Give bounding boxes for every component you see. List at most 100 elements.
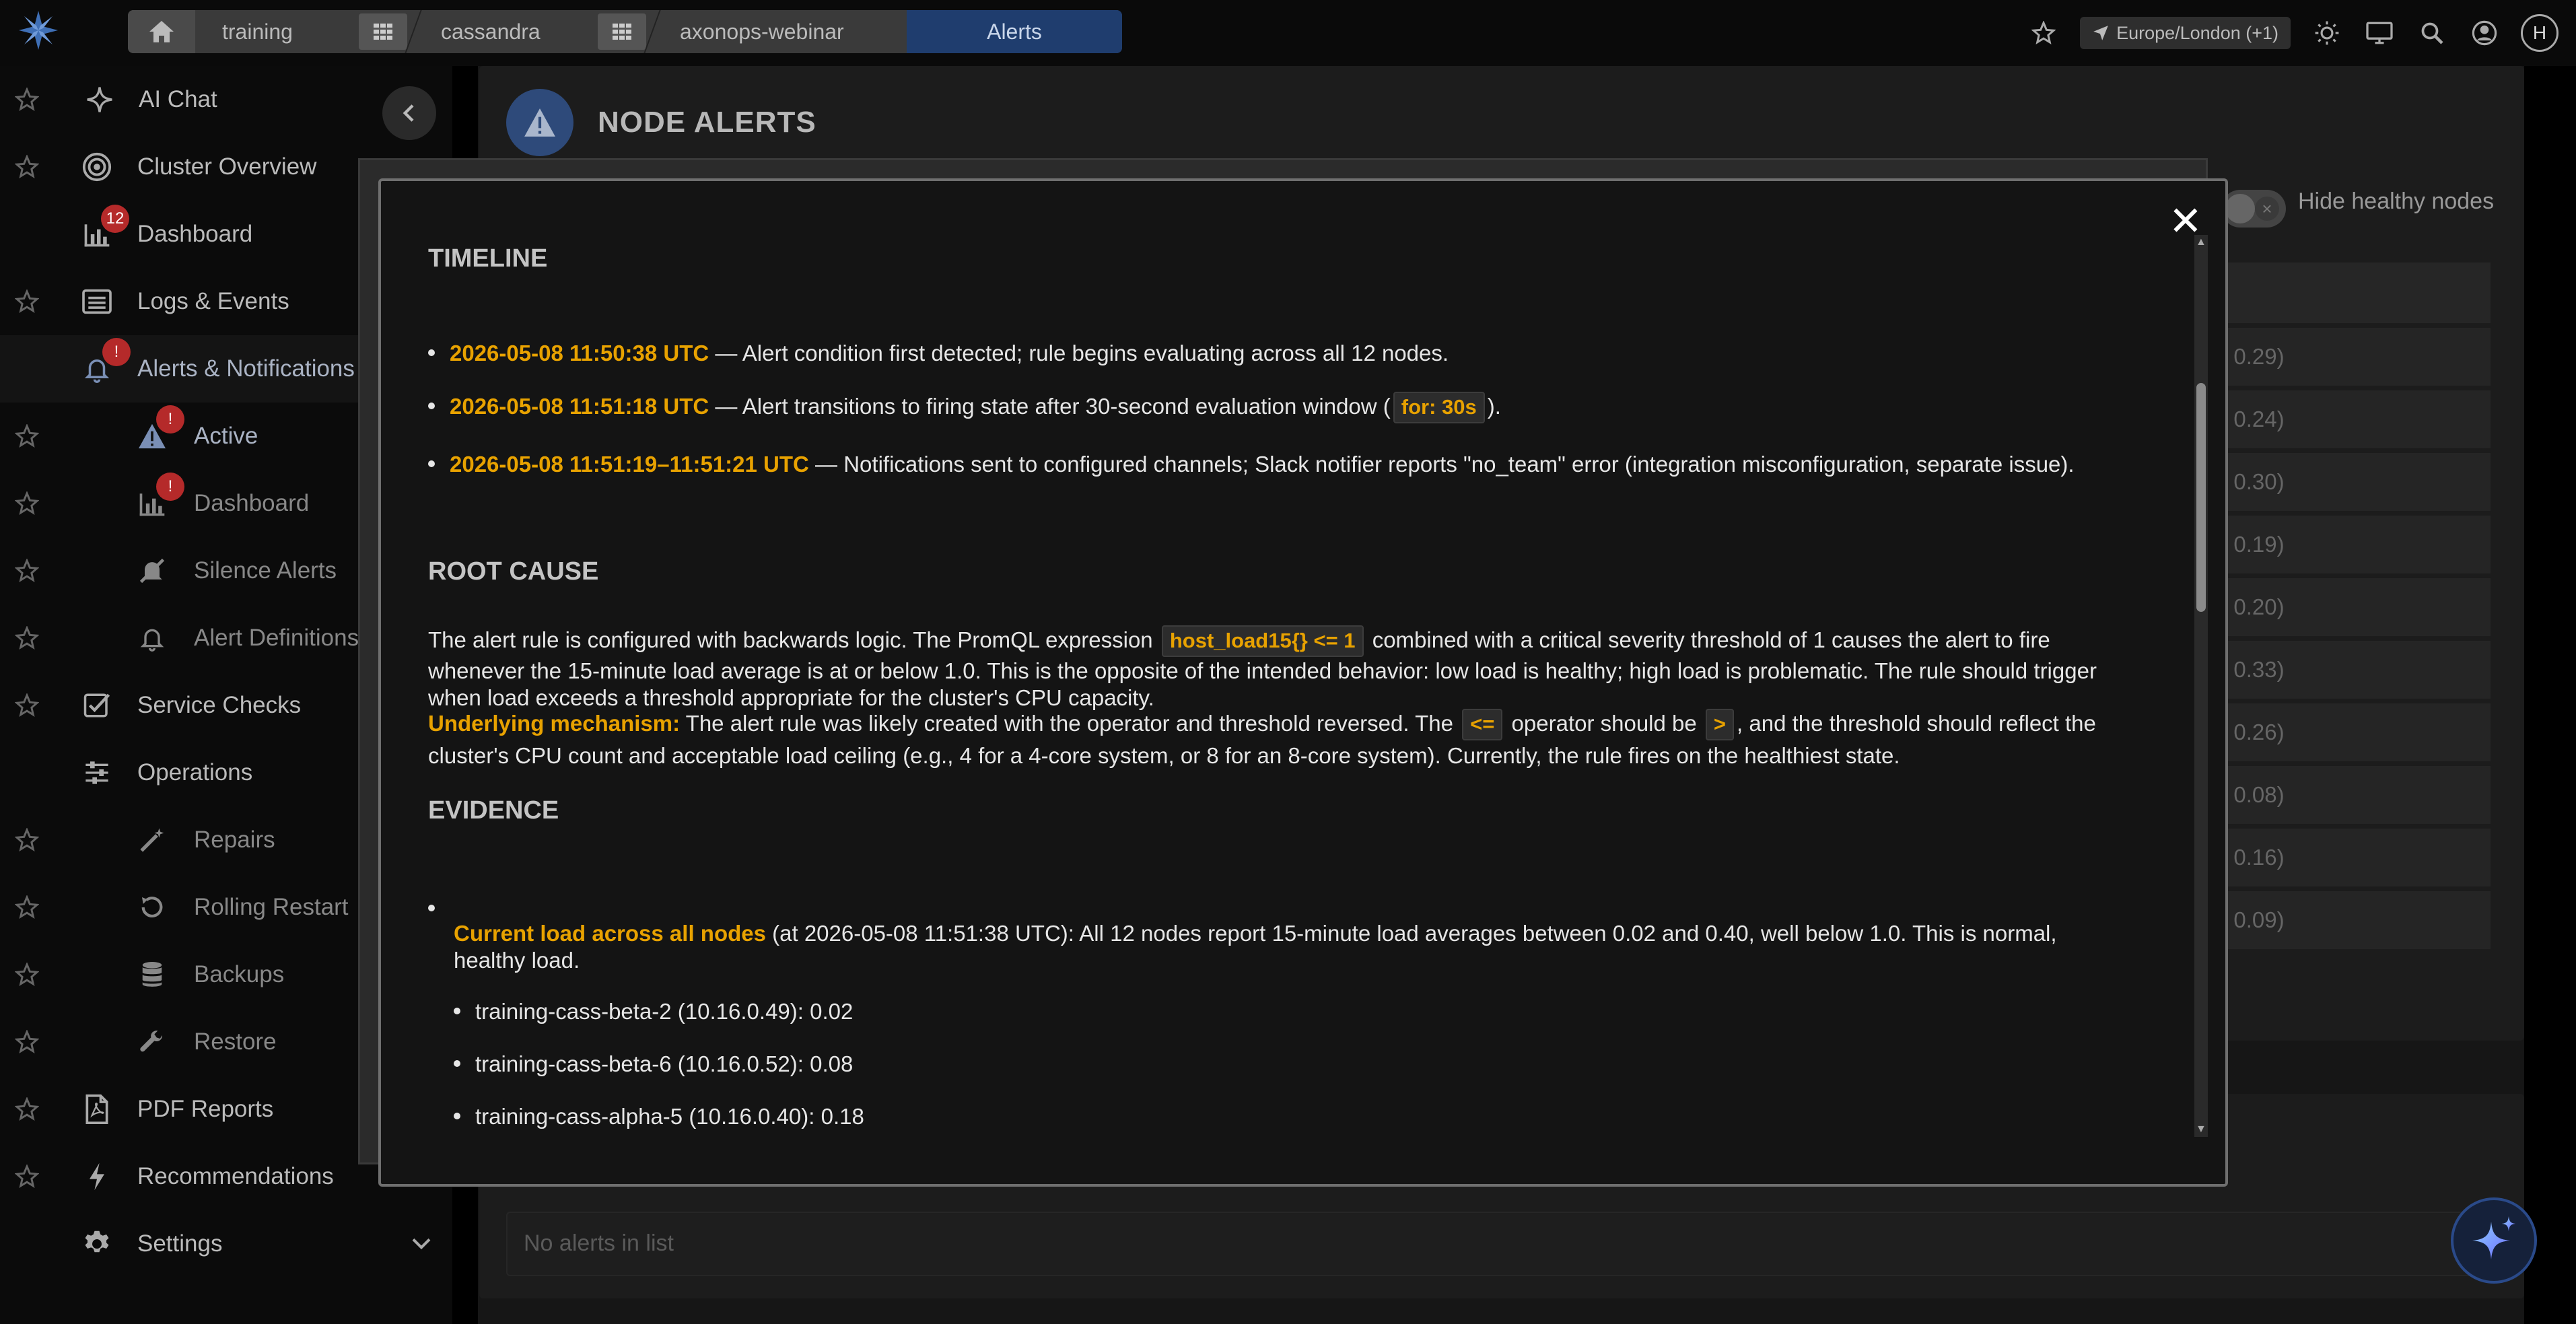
breadcrumb-alerts[interactable]: Alerts bbox=[907, 10, 1122, 53]
monitor-icon bbox=[2366, 22, 2393, 44]
table-row[interactable]: : 0.30) bbox=[2208, 453, 2491, 511]
star-icon bbox=[2031, 21, 2056, 44]
bullet bbox=[454, 1008, 460, 1015]
bullet bbox=[454, 1060, 460, 1068]
breadcrumb-axonops-webinar[interactable]: axonops-webinar bbox=[653, 10, 872, 53]
grid-icon bbox=[374, 24, 392, 40]
table-row[interactable]: : 0.19) bbox=[2208, 516, 2491, 573]
grid-icon bbox=[613, 24, 631, 40]
star-icon[interactable] bbox=[15, 626, 39, 650]
notification-badge: ! bbox=[102, 338, 131, 366]
table-header bbox=[2208, 263, 2491, 323]
star-icon[interactable] bbox=[15, 1030, 39, 1054]
home-icon bbox=[149, 21, 174, 42]
breadcrumb: training cassandra axonops-webinar Alert… bbox=[128, 10, 1122, 53]
user-profile-button[interactable] bbox=[2468, 17, 2501, 49]
sliders-icon bbox=[79, 755, 114, 790]
list-icon bbox=[79, 284, 114, 319]
magic-wand-icon bbox=[135, 823, 170, 858]
theme-toggle-button[interactable] bbox=[2311, 17, 2343, 49]
grid-menu-button[interactable] bbox=[359, 13, 407, 50]
search-button[interactable] bbox=[2416, 17, 2448, 49]
close-icon: × bbox=[2255, 197, 2279, 221]
star-icon[interactable] bbox=[15, 559, 39, 583]
top-right-toolbar: Europe/London (+1) H bbox=[2027, 0, 2576, 66]
star-icon[interactable] bbox=[15, 491, 39, 516]
checkbox-icon bbox=[79, 688, 114, 723]
chevron-down-icon[interactable] bbox=[411, 1236, 432, 1252]
hide-healthy-label: Hide healthy nodes bbox=[2298, 188, 2495, 214]
inline-code: host_load15{} <= 1 bbox=[1161, 625, 1364, 657]
user-circle-icon bbox=[2472, 20, 2497, 46]
star-icon[interactable] bbox=[15, 155, 39, 179]
modal-scrollbar[interactable]: ▲ ▼ bbox=[2194, 235, 2208, 1137]
star-icon[interactable] bbox=[15, 88, 39, 112]
star-icon[interactable] bbox=[15, 963, 39, 987]
gear-icon bbox=[79, 1226, 114, 1261]
bullet bbox=[428, 460, 435, 468]
avatar[interactable]: H bbox=[2521, 14, 2558, 52]
hide-healthy-toggle[interactable]: × bbox=[2221, 190, 2286, 228]
favorite-star-button[interactable] bbox=[2027, 17, 2060, 49]
sparkle-icon bbox=[82, 82, 117, 117]
sidebar-item-ai-chat[interactable]: AI Chat bbox=[0, 66, 444, 133]
table-row[interactable]: : 0.09) bbox=[2208, 891, 2491, 949]
star-icon[interactable] bbox=[15, 1164, 39, 1189]
table-row[interactable]: : 0.26) bbox=[2208, 703, 2491, 761]
scroll-up-arrow-icon[interactable]: ▲ bbox=[2196, 236, 2206, 248]
scroll-down-arrow-icon[interactable]: ▼ bbox=[2196, 1123, 2206, 1136]
ai-chat-button[interactable] bbox=[2451, 1197, 2537, 1284]
star-icon[interactable] bbox=[15, 289, 39, 314]
bell-slash-icon bbox=[135, 553, 170, 588]
timeline-item: 2026-05-08 11:51:18 UTC — Alert transiti… bbox=[428, 392, 1501, 423]
sidebar-item-settings[interactable]: Settings bbox=[0, 1210, 444, 1278]
star-icon[interactable] bbox=[15, 895, 39, 919]
underlying-mechanism-line: cluster's CPU count and acceptable load … bbox=[428, 743, 1900, 768]
underlying-mechanism: Underlying mechanism: The alert rule was… bbox=[428, 709, 2151, 740]
bullet bbox=[428, 349, 435, 357]
evidence-node-item: training-cass-alpha-5 (10.16.0.40): 0.18 bbox=[454, 1103, 864, 1130]
sparkle-icon bbox=[2472, 1216, 2515, 1259]
bullet bbox=[454, 1113, 460, 1120]
top-bar: training cassandra axonops-webinar Alert… bbox=[0, 0, 2576, 66]
location-arrow-icon bbox=[2093, 26, 2108, 40]
table-row[interactable]: : 0.29) bbox=[2208, 328, 2491, 386]
root-cause-line: whenever the 15-minute load average is a… bbox=[428, 658, 2097, 683]
table-row[interactable]: : 0.20) bbox=[2208, 578, 2491, 636]
timezone-selector[interactable]: Europe/London (+1) bbox=[2080, 17, 2291, 49]
inline-code: for: 30s bbox=[1393, 392, 1485, 423]
star-icon[interactable] bbox=[15, 1097, 39, 1121]
bullet bbox=[428, 905, 435, 912]
warning-icon bbox=[506, 89, 573, 156]
star-icon[interactable] bbox=[15, 693, 39, 718]
notification-badge: ! bbox=[156, 405, 184, 433]
root-cause-heading: ROOT CAUSE bbox=[428, 557, 599, 586]
search-icon bbox=[2421, 22, 2443, 44]
scrollbar-thumb[interactable] bbox=[2196, 383, 2206, 612]
inline-code: <= bbox=[1462, 709, 1503, 740]
lightning-icon bbox=[79, 1159, 114, 1194]
sun-icon bbox=[2315, 21, 2339, 45]
home-button[interactable] bbox=[128, 10, 195, 53]
empty-alerts-row: No alerts in list bbox=[506, 1212, 2485, 1276]
star-icon[interactable] bbox=[15, 424, 39, 448]
table-row[interactable]: : 0.24) bbox=[2208, 390, 2491, 448]
table-row[interactable]: : 0.16) bbox=[2208, 829, 2491, 886]
table-row[interactable]: : 0.08) bbox=[2208, 766, 2491, 824]
bullet bbox=[428, 403, 435, 410]
breadcrumb-training[interactable]: training bbox=[195, 10, 353, 53]
restart-icon bbox=[135, 890, 170, 925]
axonops-logo-icon[interactable] bbox=[16, 8, 61, 53]
notification-badge: ! bbox=[156, 473, 184, 501]
timeline-item: 2026-05-08 11:50:38 UTC — Alert conditio… bbox=[428, 339, 1449, 367]
monitor-button[interactable] bbox=[2363, 17, 2396, 49]
root-cause-line: when load exceeds a threshold appropriat… bbox=[428, 685, 1154, 710]
wrench-icon bbox=[135, 1024, 170, 1059]
grid-menu-button[interactable] bbox=[598, 13, 646, 50]
breadcrumb-cassandra[interactable]: cassandra bbox=[414, 10, 592, 53]
evidence-item: Current load across all nodes (at 2026-0… bbox=[454, 921, 2057, 946]
star-icon[interactable] bbox=[15, 828, 39, 852]
timeline-heading: TIMELINE bbox=[428, 244, 548, 273]
table-row[interactable]: : 0.33) bbox=[2208, 641, 2491, 699]
pdf-file-icon bbox=[79, 1092, 114, 1127]
